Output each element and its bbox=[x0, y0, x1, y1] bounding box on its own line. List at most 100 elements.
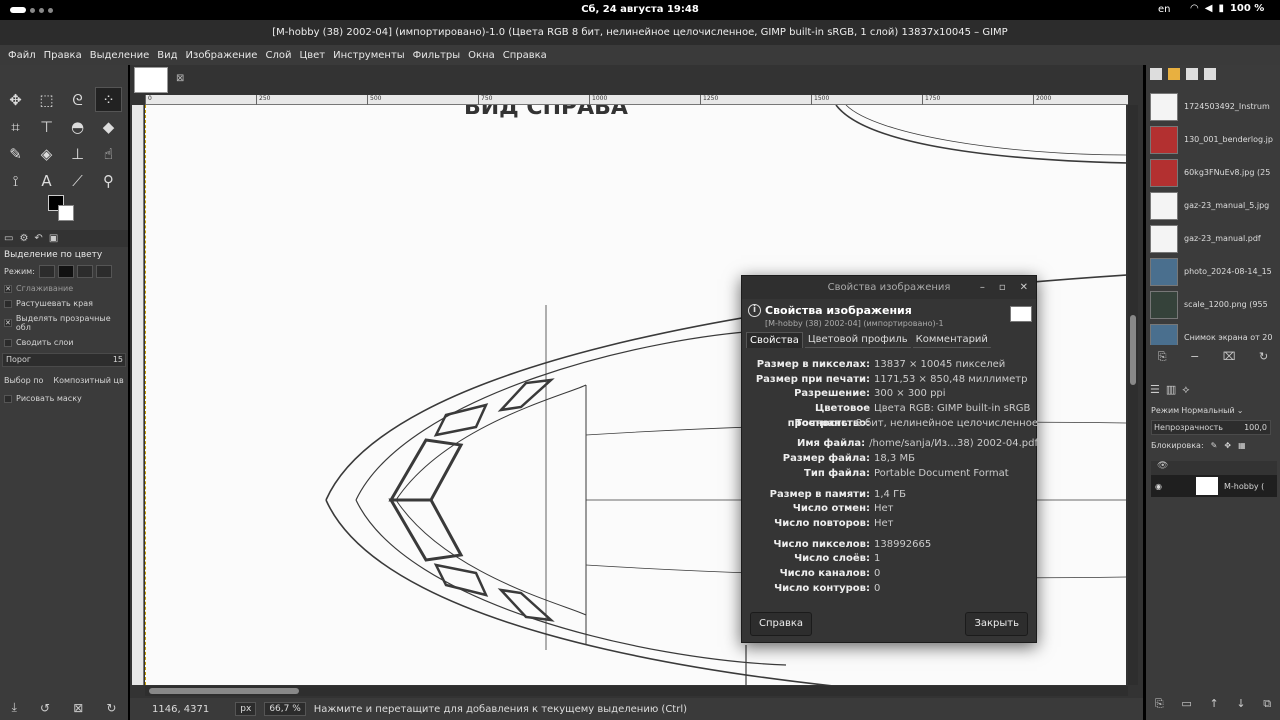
close-icon[interactable]: ✕ bbox=[1020, 276, 1028, 299]
document-item[interactable]: gaz-23_manual_5.jpg bbox=[1150, 189, 1276, 222]
dialog-titlebar[interactable]: Свойства изображения – ▫ ✕ bbox=[742, 276, 1036, 299]
recreate-preview-icon[interactable]: ↻ bbox=[1259, 350, 1268, 364]
system-tray[interactable]: ◠ ◀ ▮ 100 % bbox=[1190, 3, 1264, 14]
brushes-tab-icon[interactable] bbox=[1150, 68, 1162, 80]
clear-history-icon[interactable]: ⌧ bbox=[1223, 350, 1236, 364]
select-transparent-checkbox[interactable]: ✕ bbox=[4, 319, 12, 327]
menu-item[interactable]: Слой bbox=[261, 50, 295, 61]
lock-alpha-icon[interactable]: ▦ bbox=[1238, 441, 1246, 450]
unit-combo[interactable]: px bbox=[235, 702, 257, 716]
eraser-tool-icon[interactable]: ◈ bbox=[33, 141, 60, 166]
dialog-tab[interactable]: Комментарий bbox=[912, 332, 991, 348]
fonts-tab-icon[interactable] bbox=[1186, 68, 1198, 80]
pencil-tool-icon[interactable]: ✎ bbox=[2, 141, 29, 166]
antialias-checkbox[interactable]: ✕ bbox=[4, 284, 12, 293]
vertical-ruler[interactable] bbox=[132, 105, 144, 685]
zoom-combo[interactable]: 66,7 % bbox=[264, 702, 306, 716]
save-options-icon[interactable]: ⤓ bbox=[12, 700, 17, 715]
document-item[interactable]: 130_001_benderlog.jp bbox=[1150, 123, 1276, 156]
remove-document-icon[interactable]: − bbox=[1190, 350, 1199, 364]
vertical-scrollbar[interactable] bbox=[1128, 105, 1138, 685]
document-item[interactable]: scale_1200.png (955 bbox=[1150, 288, 1276, 321]
lower-layer-icon[interactable]: ↓ bbox=[1236, 697, 1245, 711]
opacity-slider[interactable]: Непрозрачность 100,0 bbox=[1151, 420, 1271, 435]
menu-item[interactable]: Файл bbox=[4, 50, 40, 61]
keyboard-layout[interactable]: en bbox=[1158, 4, 1171, 15]
document-item[interactable]: photo_2024-08-14_15 bbox=[1150, 255, 1276, 288]
close-button[interactable]: Закрыть bbox=[965, 612, 1028, 636]
rect-select-tool-icon[interactable]: ⬚ bbox=[33, 87, 60, 112]
select-by-combo[interactable]: Композитный цв bbox=[53, 376, 123, 385]
document-item[interactable]: Снимок экрана от 20 bbox=[1150, 321, 1276, 345]
layer-row[interactable]: ◉ M-hobby ( bbox=[1151, 475, 1277, 497]
color-picker-tool-icon[interactable]: ⟋ bbox=[64, 168, 91, 193]
restore-options-icon[interactable]: ↺ bbox=[40, 701, 50, 715]
document-item[interactable]: 60kg3FNuEv8.jpg (25 bbox=[1150, 156, 1276, 189]
dialog-tab[interactable]: Свойства bbox=[746, 332, 803, 348]
documents-tab-icon[interactable] bbox=[1204, 68, 1216, 80]
crop-tool-icon[interactable]: ⌗ bbox=[2, 114, 29, 139]
color-swatches[interactable] bbox=[48, 195, 78, 223]
chevron-down-icon[interactable]: ⌄ bbox=[1237, 406, 1244, 415]
smudge-tool-icon[interactable]: ☝ bbox=[95, 141, 122, 166]
new-group-icon[interactable]: ▭ bbox=[1181, 697, 1191, 711]
fuzzy-select-tool-icon[interactable]: ⁘ bbox=[95, 87, 122, 112]
layer-name[interactable]: M-hobby ( bbox=[1224, 482, 1264, 491]
eye-icon[interactable]: ◉ bbox=[1155, 482, 1162, 491]
reset-options-icon[interactable]: ↻ bbox=[106, 701, 116, 715]
mode-replace-button[interactable] bbox=[38, 265, 55, 278]
clock[interactable]: Сб, 24 августа 19:48 bbox=[0, 4, 1280, 15]
close-tab-icon[interactable]: ⊠ bbox=[176, 73, 184, 84]
menu-item[interactable]: Справка bbox=[499, 50, 551, 61]
menu-item[interactable]: Изображение bbox=[182, 50, 262, 61]
menu-item[interactable]: Инструменты bbox=[329, 50, 409, 61]
device-status-tab-icon[interactable]: ⚙ bbox=[19, 233, 28, 244]
mode-intersect-button[interactable] bbox=[95, 265, 112, 278]
zoom-tool-icon[interactable]: ⚲ bbox=[95, 168, 122, 193]
background-color[interactable] bbox=[58, 205, 74, 221]
images-tab-icon[interactable]: ▣ bbox=[49, 233, 58, 244]
paths-tab-icon[interactable]: ⟡ bbox=[1182, 383, 1189, 397]
vertical-scroll-thumb[interactable] bbox=[1130, 315, 1136, 385]
horizontal-scroll-thumb[interactable] bbox=[149, 688, 299, 694]
undo-history-tab-icon[interactable]: ↶ bbox=[34, 233, 42, 244]
minimize-icon[interactable]: – bbox=[980, 276, 985, 299]
horizontal-scrollbar[interactable] bbox=[145, 686, 1128, 696]
menu-item[interactable]: Окна bbox=[464, 50, 499, 61]
menu-item[interactable]: Выделение bbox=[86, 50, 154, 61]
new-layer-icon[interactable]: ⎘ bbox=[1155, 697, 1164, 711]
patterns-tab-icon[interactable] bbox=[1168, 68, 1180, 80]
paths-tool-icon[interactable]: ⟟ bbox=[2, 168, 29, 193]
menu-item[interactable]: Фильтры bbox=[409, 50, 464, 61]
clone-tool-icon[interactable]: ⊥ bbox=[64, 141, 91, 166]
document-item[interactable]: 1724503492_Instrum bbox=[1150, 90, 1276, 123]
menu-item[interactable]: Вид bbox=[153, 50, 181, 61]
delete-options-icon[interactable]: ⊠ bbox=[73, 701, 83, 715]
move-tool-icon[interactable]: ✥ bbox=[2, 87, 29, 112]
maximize-icon[interactable]: ▫ bbox=[999, 276, 1006, 299]
threshold-slider[interactable]: Порог 15 bbox=[2, 353, 126, 367]
mode-add-button[interactable] bbox=[57, 265, 74, 278]
mode-subtract-button[interactable] bbox=[76, 265, 93, 278]
draw-mask-checkbox[interactable] bbox=[4, 394, 12, 403]
help-button[interactable]: Справка bbox=[750, 612, 813, 636]
horizontal-ruler[interactable]: 0 250 500 750 1000 1250 1500 1750 2000 bbox=[145, 95, 1128, 105]
layer-mode-combo[interactable]: Нормальный bbox=[1181, 406, 1235, 415]
lasso-tool-icon[interactable]: ᘓ bbox=[64, 87, 91, 112]
transform-tool-icon[interactable]: ⊤ bbox=[33, 114, 60, 139]
feather-checkbox[interactable] bbox=[4, 299, 12, 308]
menu-item[interactable]: Цвет bbox=[295, 50, 329, 61]
sample-merged-checkbox[interactable] bbox=[4, 338, 12, 347]
image-tab-thumbnail[interactable] bbox=[134, 67, 168, 93]
bucket-fill-tool-icon[interactable]: ◆ bbox=[95, 114, 122, 139]
lock-pixels-icon[interactable]: ✎ bbox=[1211, 441, 1218, 450]
channels-tab-icon[interactable]: ▥ bbox=[1166, 383, 1176, 397]
document-item[interactable]: gaz-23_manual.pdf bbox=[1150, 222, 1276, 255]
text-tool-icon[interactable]: A bbox=[33, 168, 60, 193]
dialog-tab[interactable]: Цветовой профиль bbox=[804, 332, 911, 348]
raise-layer-icon[interactable]: ↑ bbox=[1209, 697, 1218, 711]
duplicate-layer-icon[interactable]: ⧉ bbox=[1263, 697, 1271, 711]
tool-options-tab-icon[interactable]: ▭ bbox=[4, 233, 13, 244]
warp-tool-icon[interactable]: ◓ bbox=[64, 114, 91, 139]
lock-position-icon[interactable]: ✥ bbox=[1224, 441, 1231, 450]
